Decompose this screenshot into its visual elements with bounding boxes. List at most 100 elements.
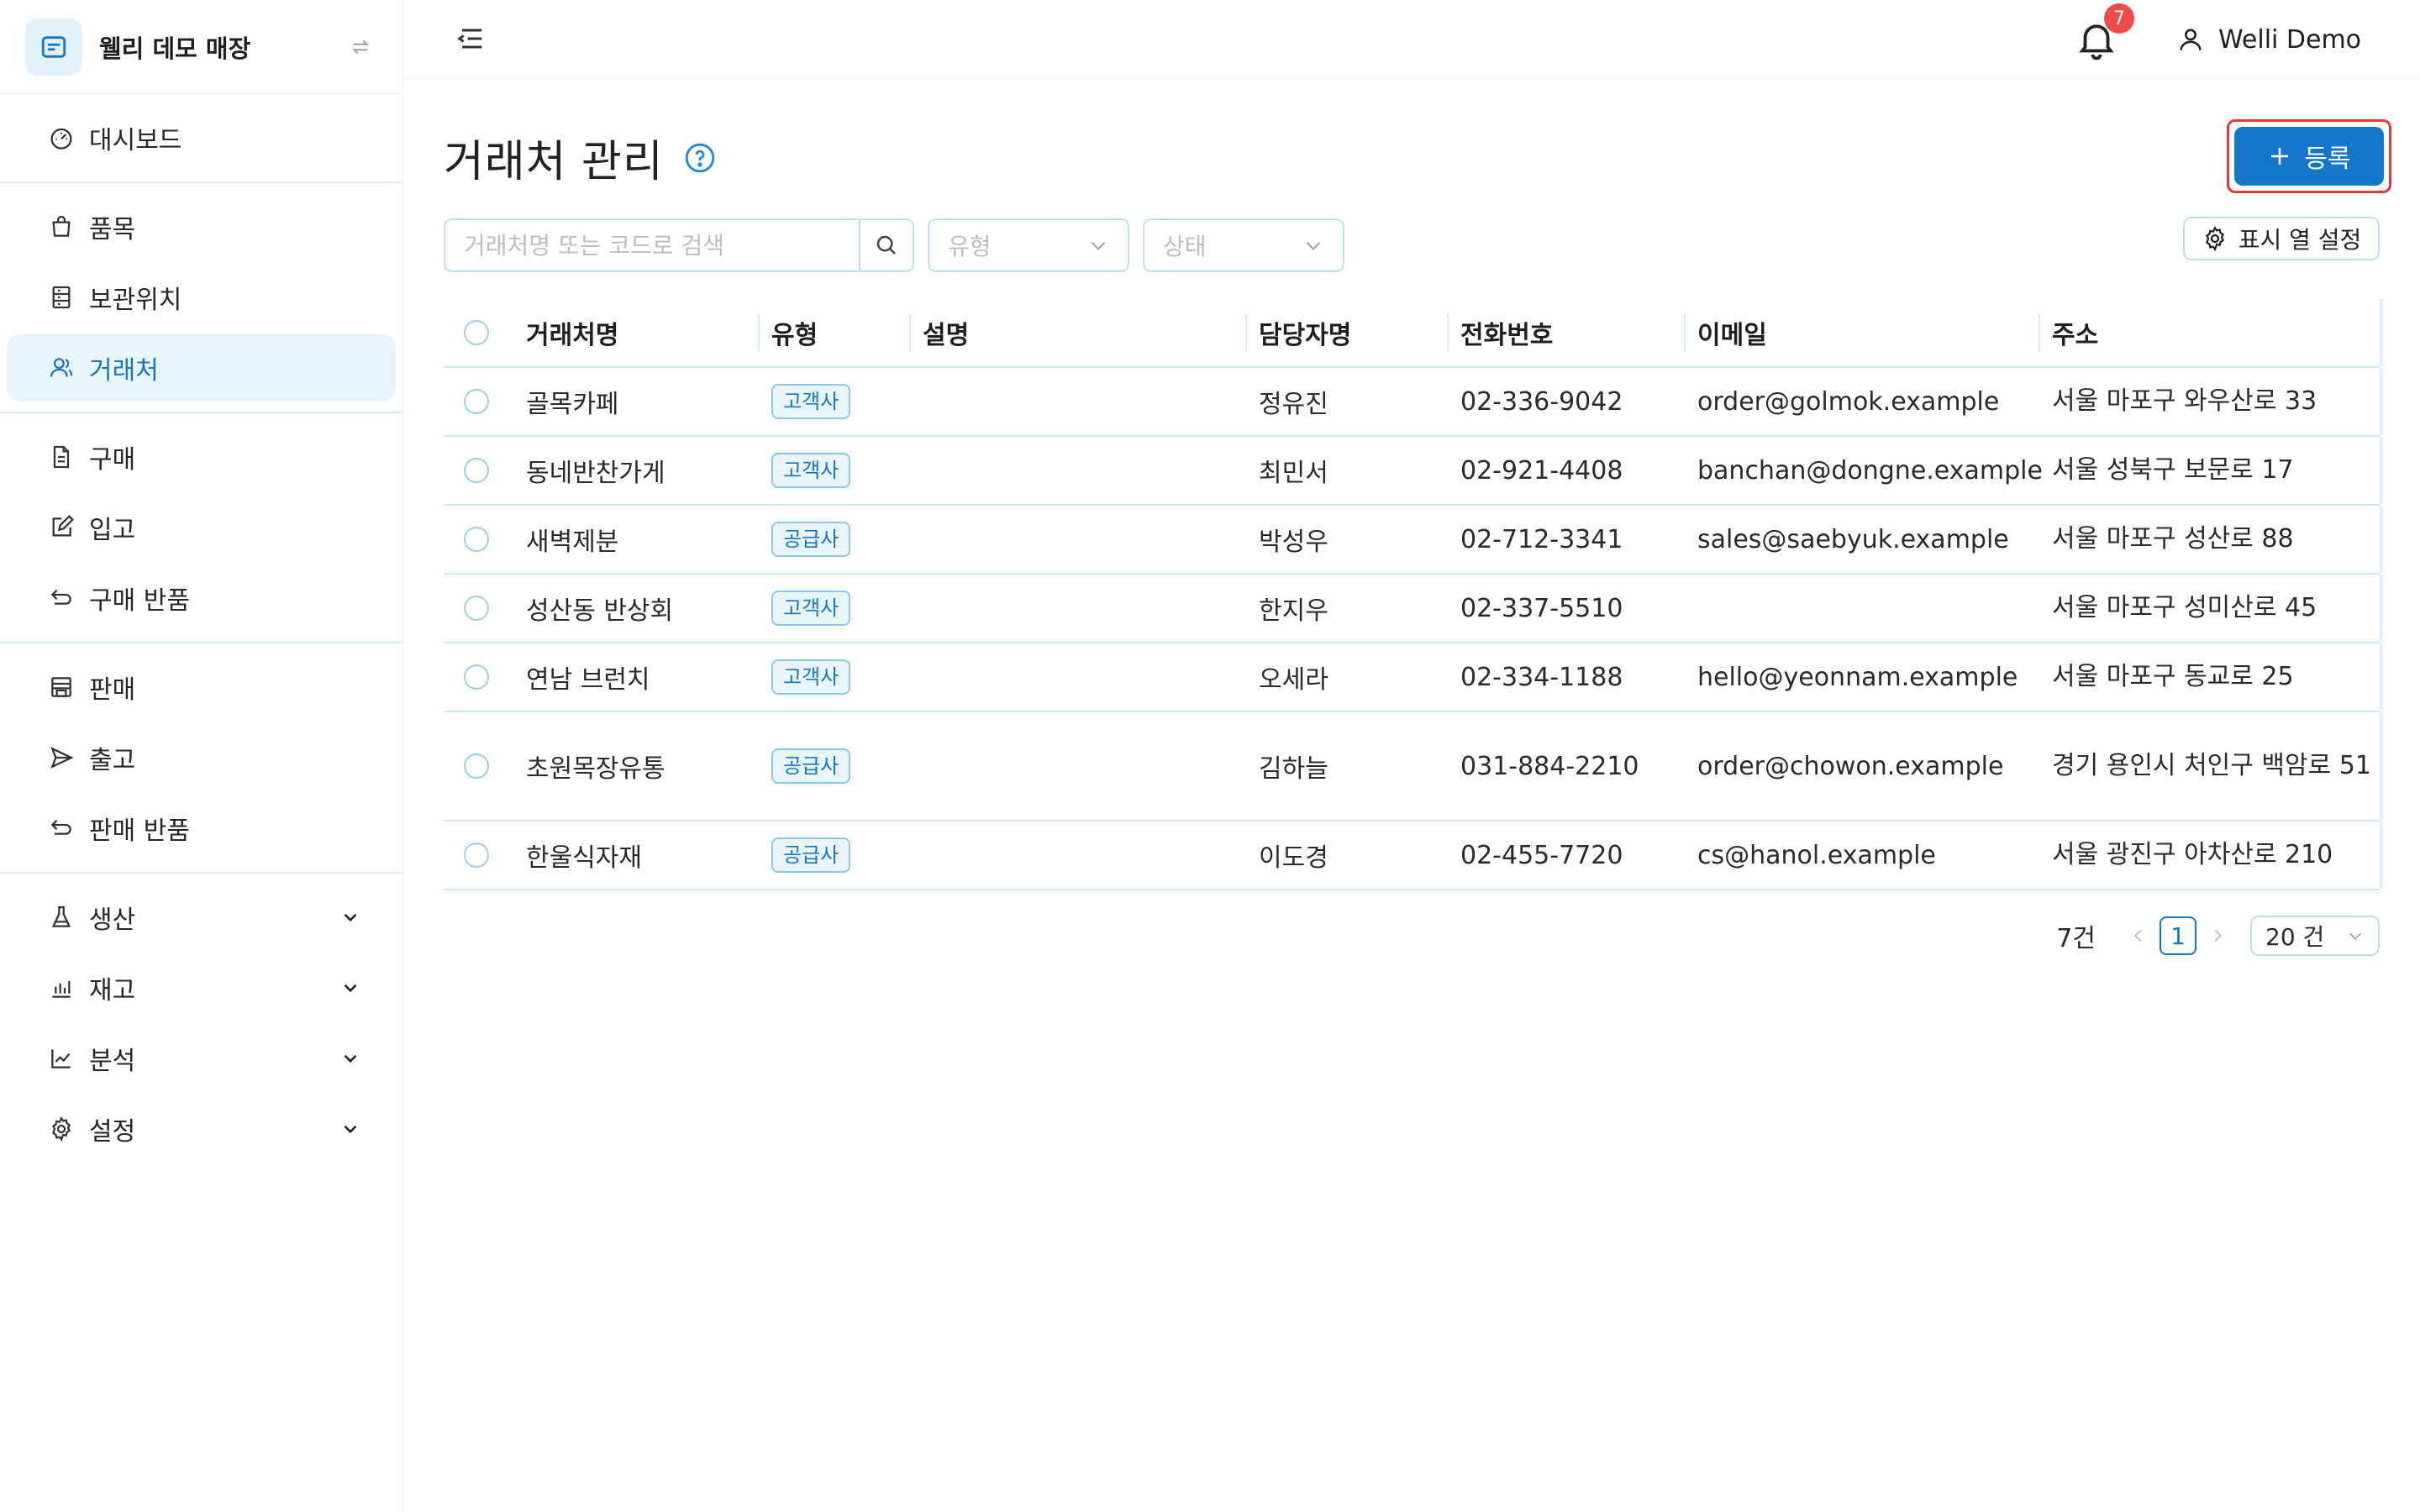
- sidebar-item[interactable]: 판매: [7, 654, 396, 721]
- partner-type-cell: 고객사: [758, 437, 909, 504]
- nav-group: 판매 출고 판매 반품: [0, 643, 402, 874]
- row-select-cell: [444, 712, 513, 820]
- sidebar-item[interactable]: 설정: [7, 1095, 396, 1163]
- table-row[interactable]: 연남 브런치 고객사 오세라 02-334-1188 hello@yeonnam.exa…: [444, 643, 2385, 712]
- chevron-down-icon: [1306, 242, 1321, 250]
- row-checkbox[interactable]: [464, 389, 489, 414]
- column-header[interactable]: 설명: [909, 299, 1245, 366]
- row-select-cell: [444, 643, 513, 711]
- phone-number: 02-336-9042: [1460, 386, 1623, 417]
- register-button[interactable]: 등록: [2234, 127, 2384, 186]
- sidebar-nav: 대시보드품목보관위치거래처구매입고구매 반품판매 출고 판매 반품생산 재고 분석설정: [0, 94, 402, 1173]
- column-header[interactable]: 거래처명: [513, 299, 758, 366]
- row-checkbox[interactable]: [464, 527, 489, 552]
- select-all-checkbox[interactable]: [464, 320, 489, 345]
- collapse-menu-icon[interactable]: [454, 22, 487, 55]
- chevron-down-icon[interactable]: [339, 976, 362, 1000]
- column-header[interactable]: 주소: [2039, 299, 2380, 366]
- manager-name: 오세라: [1259, 665, 1328, 695]
- page-size-select[interactable]: 20 건: [2250, 916, 2380, 956]
- row-checkbox[interactable]: [464, 843, 489, 868]
- sidebar-item[interactable]: 출고: [7, 724, 396, 791]
- address-cell: 서울 광진구 아차산로 210: [2039, 822, 2380, 889]
- email-address: [1684, 575, 2039, 642]
- table-body: 골목카페 고객사 정유진 02-336-9042 order@golmok.exampl…: [444, 368, 2385, 890]
- chevron-down-icon[interactable]: [339, 1117, 362, 1141]
- chevron-down-icon: [1091, 242, 1106, 250]
- chevron-down-icon[interactable]: [339, 1047, 362, 1070]
- next-page-icon[interactable]: [2207, 927, 2228, 945]
- sidebar-item-label: 거래처: [89, 356, 159, 386]
- switch-store-icon[interactable]: [344, 30, 377, 64]
- chevron-down-icon[interactable]: [339, 906, 362, 929]
- address-cell: 서울 마포구 와우산로 33: [2039, 368, 2380, 435]
- sidebar-item[interactable]: 재고: [7, 954, 396, 1021]
- sidebar-item[interactable]: 거래처: [7, 334, 396, 402]
- table-row[interactable]: 성산동 반상회 고객사 한지우 02-337-5510 서울 마포구 성미산로 45: [444, 575, 2385, 643]
- type-badge: 공급사: [771, 748, 851, 784]
- sidebar-item[interactable]: 구매: [7, 423, 396, 491]
- table-row[interactable]: 동네반찬가게 고객사 최민서 02-921-4408 banchan@dongne.ex…: [444, 437, 2385, 506]
- sidebar-item[interactable]: 구매 반품: [7, 564, 396, 632]
- email-address: banchan@dongne.example: [1697, 455, 2043, 486]
- column-header[interactable]: 유형: [758, 299, 909, 366]
- partner-description: [909, 506, 1245, 573]
- sidebar-item[interactable]: 입고: [7, 494, 396, 561]
- sidebar-item[interactable]: 판매 반품: [7, 795, 396, 862]
- page-button-current[interactable]: 1: [2160, 916, 2196, 955]
- address-cell: 서울 마포구 성산로 88: [2039, 506, 2380, 573]
- partner-name: 성산동 반상회: [526, 596, 674, 626]
- partner-type-cell: 공급사: [758, 506, 909, 573]
- partner-description: [909, 712, 1245, 820]
- phone-number: 02-921-4408: [1460, 455, 1623, 486]
- sidebar-item-label: 품목: [89, 215, 136, 244]
- phone-number: 02-712-3341: [1460, 524, 1623, 554]
- sidebar-item-label: 설정: [89, 1117, 136, 1147]
- sidebar-item-label: 구매 반품: [89, 586, 190, 616]
- sidebar-item[interactable]: 보관위치: [7, 264, 396, 331]
- user-name: Welli Demo: [2218, 24, 2362, 55]
- nav-group: 대시보드: [0, 94, 402, 183]
- scroll-shadow: [2380, 299, 2385, 366]
- table-row[interactable]: 골목카페 고객사 정유진 02-336-9042 order@golmok.exampl…: [444, 368, 2385, 437]
- partner-name: 새벽제분: [526, 528, 619, 557]
- scroll-shadow: [2380, 437, 2385, 504]
- search-input[interactable]: [445, 220, 859, 270]
- scroll-shadow: [2380, 575, 2385, 642]
- table-row[interactable]: 초원목장유통 공급사 김하늘 031-884-2210 order@chowon.exa…: [444, 712, 2385, 822]
- address-cell: 서울 마포구 성미산로 45: [2039, 575, 2380, 642]
- type-badge: 공급사: [771, 837, 851, 873]
- row-checkbox[interactable]: [464, 596, 489, 621]
- sidebar-item[interactable]: 대시보드: [7, 104, 396, 171]
- flask-icon: [47, 903, 76, 932]
- prev-page-icon[interactable]: [2128, 927, 2149, 945]
- column-header[interactable]: 담당자명: [1245, 299, 1447, 366]
- partner-name: 초원목장유통: [526, 754, 666, 784]
- row-checkbox[interactable]: [464, 664, 489, 690]
- row-checkbox[interactable]: [464, 458, 489, 483]
- store-logo-icon: [25, 18, 82, 76]
- row-checkbox[interactable]: [464, 753, 489, 779]
- user-menu[interactable]: Welli Demo: [2175, 20, 2361, 59]
- status-select[interactable]: 상태: [1143, 218, 1344, 272]
- help-icon[interactable]: [684, 142, 716, 174]
- column-settings-button[interactable]: 표시 열 설정: [2183, 217, 2380, 260]
- column-header[interactable]: 이메일: [1684, 299, 2039, 366]
- select-all-cell: [444, 299, 513, 366]
- type-select[interactable]: 유형: [928, 218, 1129, 272]
- sidebar-item-label: 대시보드: [89, 126, 182, 155]
- sidebar-item-label: 구매: [89, 445, 136, 475]
- manager-name: 최민서: [1259, 459, 1328, 488]
- table-row[interactable]: 한울식자재 공급사 이도경 02-455-7720 cs@hanol.example 서울…: [444, 822, 2385, 890]
- column-header[interactable]: 전화번호: [1447, 299, 1684, 366]
- sidebar-item-label: 입고: [89, 516, 136, 545]
- sidebar-item[interactable]: 분석: [7, 1025, 396, 1092]
- partner-description: [909, 368, 1245, 435]
- sidebar-item[interactable]: 품목: [7, 193, 396, 260]
- table-row[interactable]: 새벽제분 공급사 박성우 02-712-3341 sales@saebyuk.examp…: [444, 506, 2385, 575]
- address: 경기 용인시 처인구 백암로 51: [2052, 751, 2371, 780]
- search-button[interactable]: [859, 220, 913, 270]
- gear-icon: [2205, 226, 2224, 252]
- sidebar-item[interactable]: 생산: [7, 884, 396, 951]
- store-name: 웰리 데모 매장: [99, 34, 251, 63]
